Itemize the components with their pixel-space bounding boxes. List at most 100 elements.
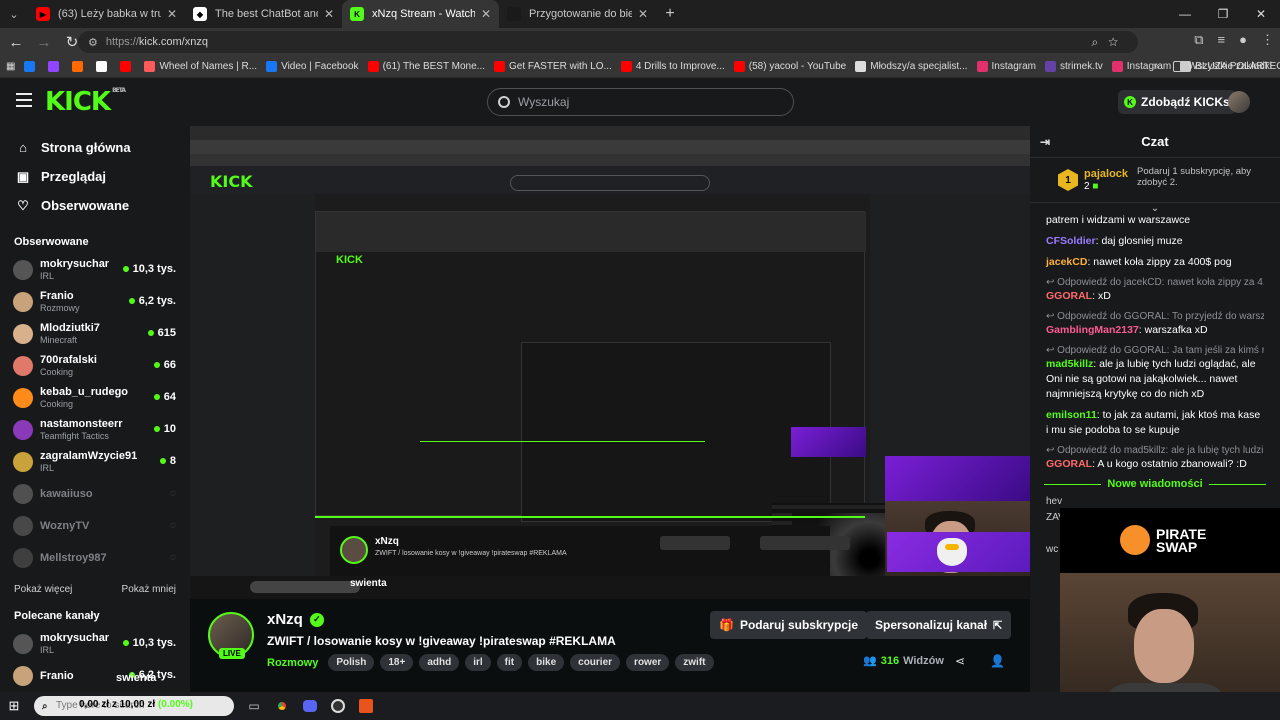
discord-icon[interactable] xyxy=(296,692,324,720)
bookmark-10[interactable]: (58) yacool - YouTube xyxy=(733,61,846,72)
chat-message[interactable]: ↩ Odpowiedź do mad5killz: ale ja lubię t… xyxy=(1046,444,1264,472)
chat-username[interactable]: GGORAL xyxy=(1046,290,1092,302)
category-link[interactable]: Rozmowy xyxy=(267,657,318,669)
all-bookmarks[interactable]: Wszystkie zakładki xyxy=(1173,61,1272,72)
close-window-button[interactable]: ✕ xyxy=(1242,0,1280,28)
obs-icon[interactable] xyxy=(324,692,352,720)
restore-button[interactable]: ❐ xyxy=(1204,0,1242,28)
tag-chip[interactable]: Polish xyxy=(328,654,375,671)
followed-channel[interactable]: Mellstroy987 ◌ xyxy=(0,542,190,574)
tab-close-icon[interactable]: ✕ xyxy=(324,7,334,21)
scroll-chevron-icon[interactable]: ⌄ xyxy=(1030,203,1280,214)
tag-chip[interactable]: 18+ xyxy=(380,654,414,671)
bookmark-2[interactable] xyxy=(72,61,87,72)
follow-user-icon[interactable]: 👤 xyxy=(990,654,1005,668)
chat-message[interactable]: patrem i widzami w warszawce xyxy=(1046,213,1264,228)
tab-close-icon[interactable]: ✕ xyxy=(167,7,177,21)
new-tab-button[interactable]: + xyxy=(656,5,684,23)
start-icon[interactable]: ⊞ xyxy=(0,692,28,720)
chat-username[interactable]: mad5killz xyxy=(1046,358,1093,370)
recommended-channel[interactable]: mokrysuchar IRL 10,3 tys. xyxy=(0,628,190,660)
sidebar-nav-home[interactable]: ⌂ Strona główna xyxy=(0,133,190,162)
chat-message[interactable]: jacekCD: nawet koła zippy za 400$ pog xyxy=(1046,255,1264,270)
followed-channel[interactable]: kebab_u_rudego Cooking 64 xyxy=(0,382,190,414)
followed-channel[interactable]: Franio Rozmowy 6,2 tys. xyxy=(0,286,190,318)
terminal-icon[interactable]: ▭ xyxy=(240,692,268,720)
bookmark-8[interactable]: Get FASTER with LO... xyxy=(494,61,612,72)
bookmark-12[interactable]: Instagram xyxy=(976,61,1036,72)
back-icon[interactable]: ← xyxy=(4,34,28,51)
forward-icon[interactable]: → xyxy=(32,34,56,51)
followed-channel[interactable]: nastamonsteerr Teamfight Tactics 10 xyxy=(0,414,190,446)
chat-message[interactable]: ↩ Odpowiedź do jacekCD: nawet koła zippy… xyxy=(1046,276,1264,304)
tag-chip[interactable]: irl xyxy=(465,654,491,671)
search-input[interactable]: Wyszukaj xyxy=(487,88,794,116)
bookmark-7[interactable]: (61) The BEST Mone... xyxy=(367,61,485,72)
hamburger-menu-icon[interactable] xyxy=(16,93,32,107)
followed-channel[interactable]: zagralamWzycie91 IRL 8 xyxy=(0,446,190,478)
tag-chip[interactable]: courier xyxy=(570,654,621,671)
tab-3[interactable]: Przygotowanie do biegu ✕ xyxy=(499,0,656,28)
bookmark-1[interactable] xyxy=(48,61,63,72)
profile-icon[interactable]: ● xyxy=(1239,32,1247,48)
followed-channel[interactable]: 700rafalski Cooking 66 xyxy=(0,350,190,382)
followed-channel[interactable]: kawaiiuso ◌ xyxy=(0,478,190,510)
chat-username[interactable]: jacekCD xyxy=(1046,256,1087,268)
site-info-icon[interactable]: ⚙ xyxy=(88,36,98,49)
bookmark-4[interactable] xyxy=(120,61,135,72)
show-more-button[interactable]: Pokaż więcej xyxy=(14,584,72,595)
media-icon[interactable]: ≡ xyxy=(1218,32,1226,48)
tab-2[interactable]: KxNzq Stream - Watch Live on Kick ✕ xyxy=(342,0,499,28)
chat-message[interactable]: ↩ Odpowiedź do GGORAL: To przyjedź do wa… xyxy=(1046,310,1264,338)
bookmark-14[interactable]: Instagram xyxy=(1111,61,1171,72)
gift-sub-button[interactable]: 🎁 Podaruj subskrypcje xyxy=(710,611,867,639)
taskbar-search-input[interactable]: ⌕ Type here to search 0,00 zł z 10,00 zł… xyxy=(34,696,234,716)
share-icon[interactable]: ⋖ xyxy=(955,654,965,668)
tag-chip[interactable]: adhd xyxy=(419,654,460,671)
chat-username[interactable]: GGORAL xyxy=(1046,458,1092,470)
bookmark-star-icon[interactable]: ☆ xyxy=(1108,35,1128,49)
user-avatar[interactable] xyxy=(1228,91,1250,113)
recommended-channel[interactable]: Franio 6,2 tys. xyxy=(0,660,190,692)
chat-username[interactable]: CFSoldier xyxy=(1046,235,1096,247)
bookmark-11[interactable]: Młodszy/a specjalist... xyxy=(855,61,968,72)
pinned-gifter[interactable]: 1 pajalock 2 ■ Podaruj 1 subskrypcję, ab… xyxy=(1030,158,1280,203)
sidebar-nav-browse[interactable]: ▣ Przeglądaj xyxy=(0,162,190,191)
minimize-button[interactable]: — xyxy=(1166,0,1204,28)
tab-close-icon[interactable]: ✕ xyxy=(638,7,648,21)
tag-chip[interactable]: rower xyxy=(626,654,670,671)
sidebar-nav-heart[interactable]: ♡ Obserwowane xyxy=(0,191,190,220)
apps-icon[interactable]: ▦ xyxy=(6,61,15,72)
collapse-chat-icon[interactable]: ⇥ xyxy=(1040,135,1050,149)
extensions-icon[interactable]: ⧉ xyxy=(1194,32,1203,48)
url-field[interactable]: ⚙ https://kick.com/xnzq ⌕☆ xyxy=(78,31,1138,53)
menu-icon[interactable]: ⋮ xyxy=(1261,32,1274,48)
chat-username[interactable]: GamblingMan2137 xyxy=(1046,324,1139,336)
new-messages-divider[interactable]: Nowe wiadomości xyxy=(1038,478,1272,490)
app-icon[interactable] xyxy=(352,692,380,720)
chrome-icon[interactable] xyxy=(268,692,296,720)
channel-name[interactable]: xNzq xyxy=(267,611,303,628)
bookmark-0[interactable] xyxy=(24,61,39,72)
bookmark-13[interactable]: strimek.tv xyxy=(1044,61,1103,72)
chat-message[interactable]: ↩ Odpowiedź do GGORAL: Ja tam jeśli za k… xyxy=(1046,344,1264,402)
chat-username[interactable]: emilson11 xyxy=(1046,409,1097,421)
bookmark-5[interactable]: Wheel of Names | R... xyxy=(144,61,257,72)
video-player[interactable]: KICK KICK xNzq ZWIFT / losowanie kosy w … xyxy=(190,126,1030,599)
tab-1[interactable]: ◆ The best ChatBot and Widgets ✕ xyxy=(185,0,342,28)
get-kicks-button[interactable]: K Zdobądź KICKs xyxy=(1118,90,1236,114)
tab-0[interactable]: ▶ (63) Leży babka w trumnie płacze ✕ xyxy=(28,0,185,28)
tab-search-button[interactable]: ⌄ xyxy=(0,0,28,28)
bookmark-3[interactable] xyxy=(96,61,111,72)
bookmark-6[interactable]: Video | Facebook xyxy=(266,61,359,72)
customize-channel-button[interactable]: Spersonalizuj kanał ⇱ xyxy=(866,611,1012,639)
followed-channel[interactable]: WoznyTV ◌ xyxy=(0,510,190,542)
tag-chip[interactable]: bike xyxy=(528,654,565,671)
show-less-button[interactable]: Pokaż mniej xyxy=(122,584,176,595)
tab-close-icon[interactable]: ✕ xyxy=(481,7,491,21)
kick-logo[interactable]: KICK BETA xyxy=(45,87,126,117)
tag-chip[interactable]: zwift xyxy=(675,654,714,671)
bookmark-9[interactable]: 4 Drills to Improve... xyxy=(620,61,725,72)
followed-channel[interactable]: mokrysuchar IRL 10,3 tys. xyxy=(0,254,190,286)
more-bookmarks-icon[interactable]: » xyxy=(1153,61,1159,72)
